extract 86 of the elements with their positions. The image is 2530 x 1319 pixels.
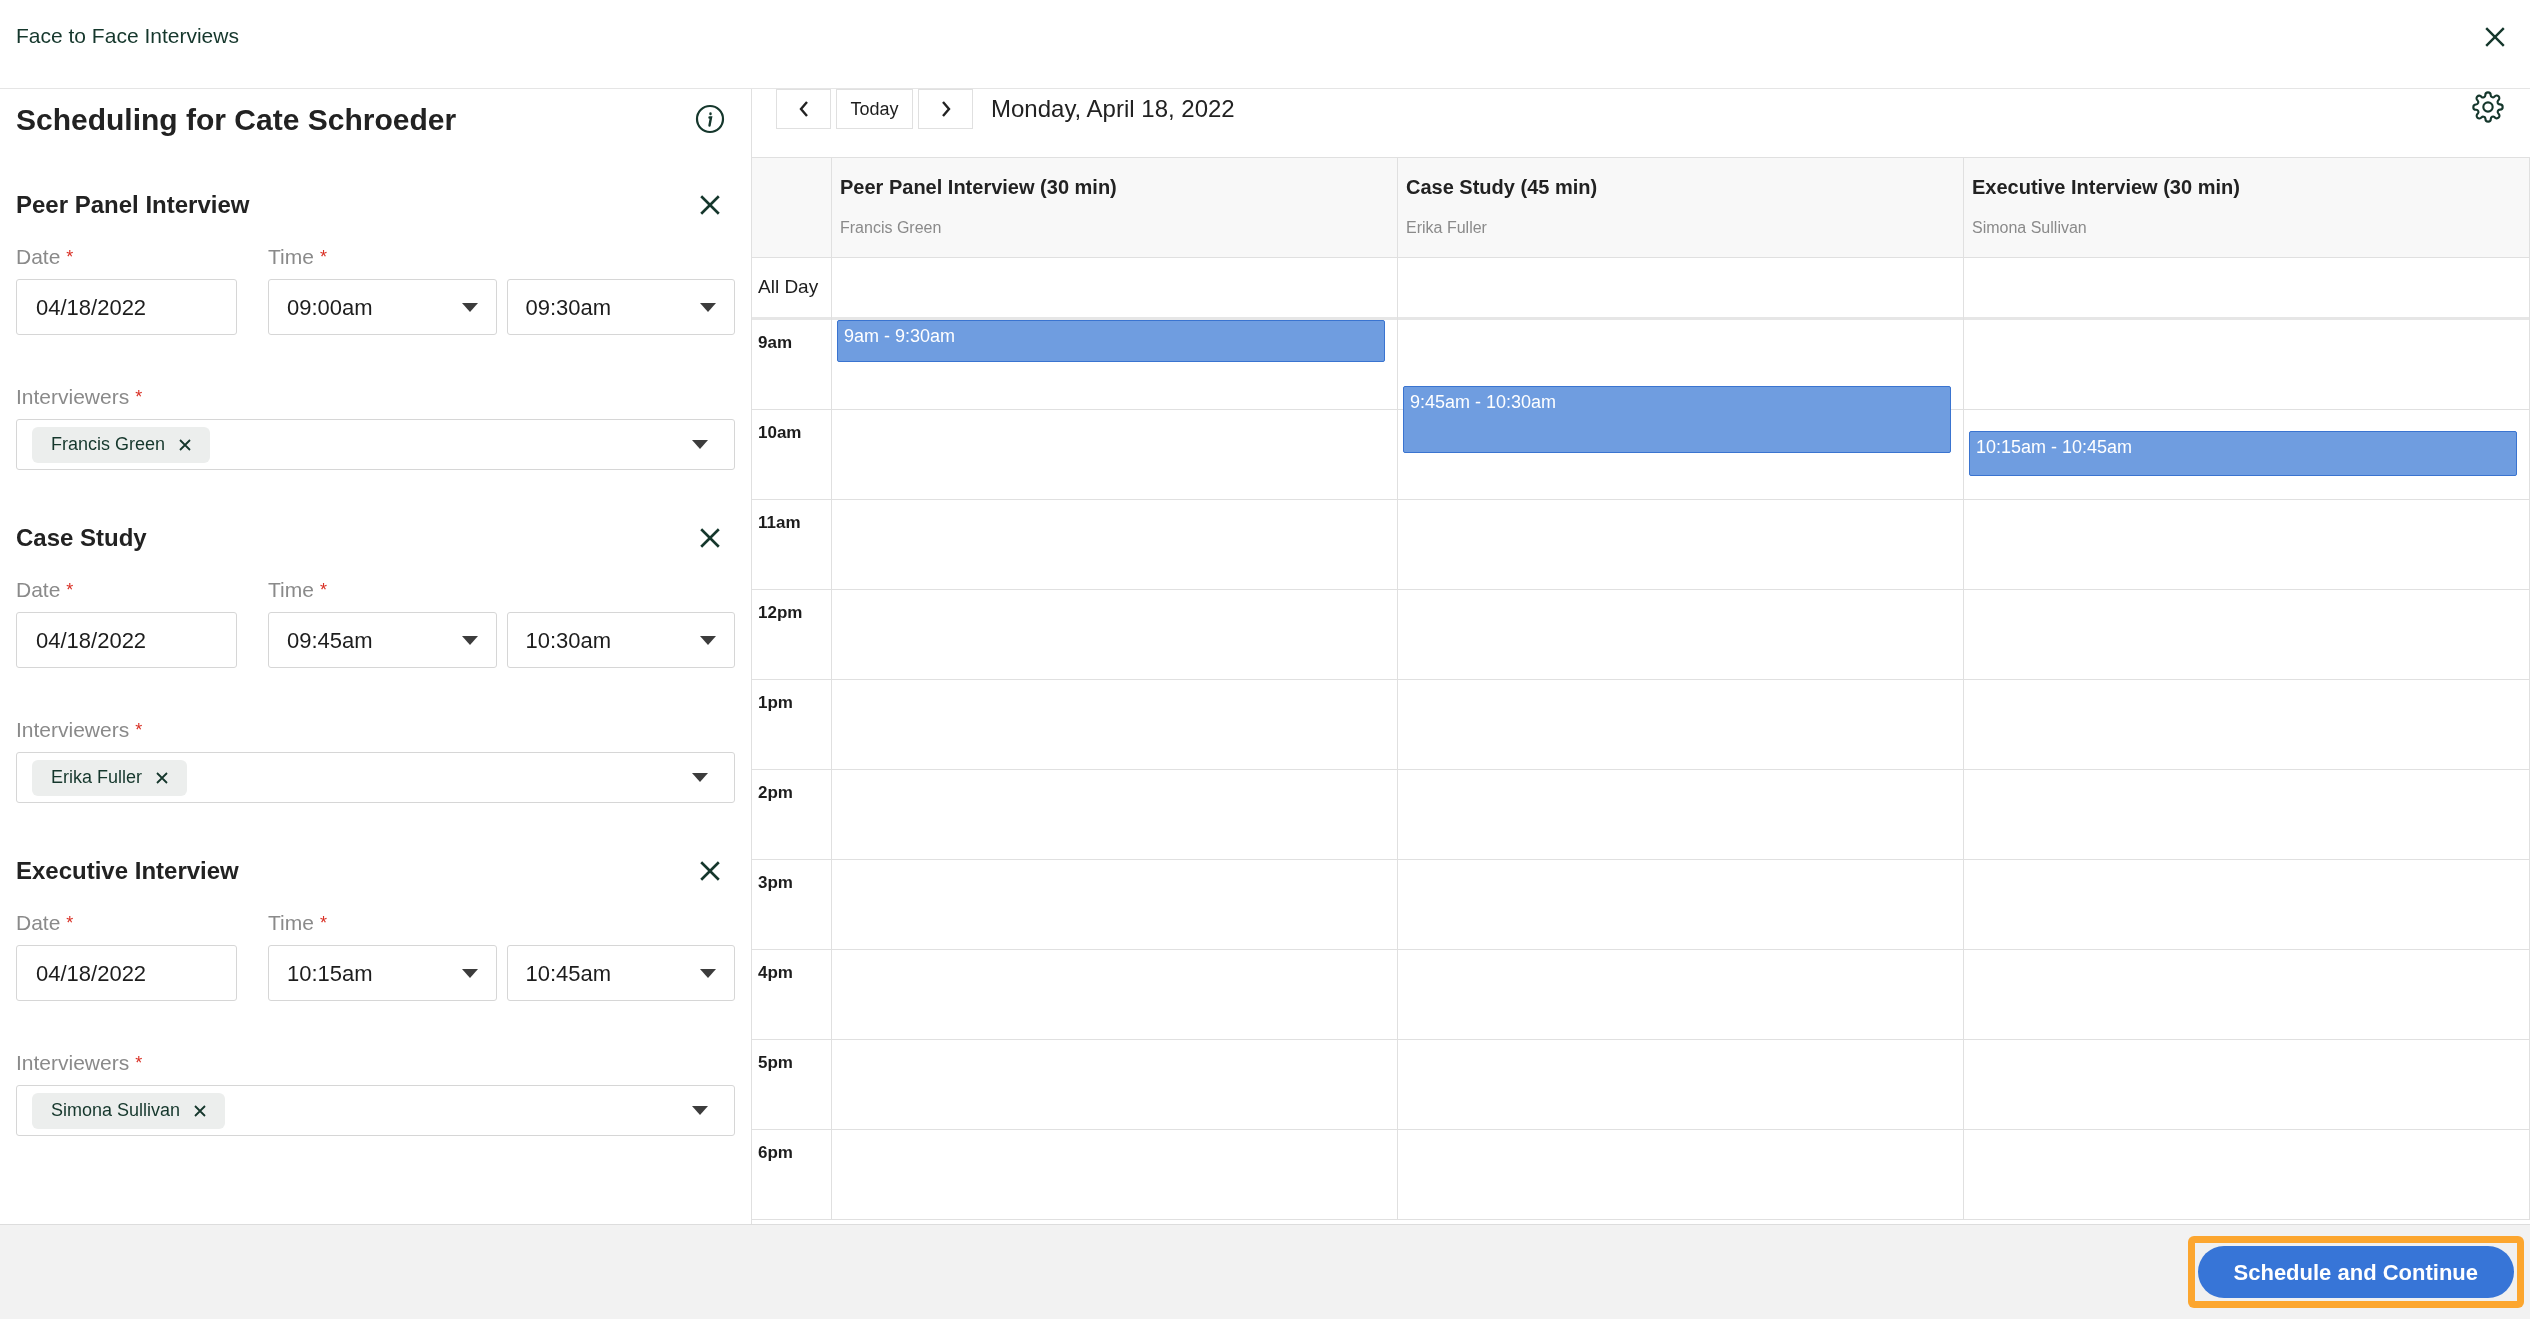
dropdown-value: 10:15am [287,959,373,988]
dropdown-value: 09:30am [525,293,612,322]
end-time-dropdown[interactable]: 10:45am [506,945,735,1001]
dropdown-value: 10:30am [525,626,612,655]
end-time-dropdown[interactable]: 10:30am [506,612,735,668]
field-label: Date [16,244,61,271]
column-interviewer: Erika Fuller [1406,218,1488,238]
window-title: Face to Face Interviews [16,23,239,49]
all-day-label: All Day [758,275,819,300]
scheduling-heading: Scheduling for Cate Schroeder [16,101,457,138]
field-label: Interviewers [16,384,130,411]
interviewers-field[interactable]: Simona Sullivan [16,1085,735,1136]
start-time-dropdown[interactable]: 10:15am [268,945,497,1001]
caret-icon [700,968,716,978]
remove-icon[interactable] [194,1104,207,1117]
section-title: Peer Panel Interview [16,190,250,220]
dropdown-value: 09:00am [287,293,373,322]
hour-label: 9am [758,333,793,352]
close-icon[interactable] [699,527,721,549]
hour-label: 10am [758,423,802,442]
field-label: Time [268,910,314,937]
hour-label: 2pm [758,783,793,802]
required-mark: * [135,385,143,409]
hour-label: 11am [758,513,801,532]
required-mark: * [66,911,74,935]
caret-icon [700,302,716,312]
column-interviewer: Simona Sullivan [1972,218,2088,238]
interviewers-field[interactable]: Erika Fuller [16,752,735,803]
date-field[interactable]: 04/18/2022 [16,945,237,1001]
caret-icon [461,302,478,312]
column-title: Case Study (45 min) [1406,175,1599,200]
caret-icon [700,635,716,645]
remove-icon[interactable] [156,771,169,784]
column-title: Executive Interview (30 min) [1972,175,2241,200]
calendar-date: Monday, April 18, 2022 [991,94,1235,124]
today-button[interactable]: Today [836,89,913,129]
hour-label: 4pm [758,963,793,982]
required-mark: * [66,245,74,269]
chevron-right-icon [940,101,951,117]
date-field[interactable]: 04/18/2022 [16,279,237,335]
dropdown-value: 10:45am [525,959,612,988]
field-label: Interviewers [16,717,130,744]
column-interviewer: Francis Green [840,218,943,238]
dropdown-value: 09:45am [287,626,373,655]
next-button[interactable] [918,89,973,129]
start-time-dropdown[interactable]: 09:45am [268,612,497,668]
field-label: Time [268,577,314,604]
end-time-dropdown[interactable]: 09:30am [506,279,735,335]
required-mark: * [319,578,327,602]
required-mark: * [66,578,74,602]
field-label: Date [16,577,61,604]
info-icon[interactable] [695,104,725,134]
close-icon[interactable] [699,194,721,216]
hour-label: 5pm [758,1053,793,1072]
field-label: Date [16,910,61,937]
interviewers-field[interactable]: Francis Green [16,419,735,470]
schedule-and-continue-button[interactable]: Schedule and Continue [2197,1246,2514,1298]
close-icon[interactable] [699,860,721,882]
column-title: Peer Panel Interview (30 min) [840,175,1118,200]
section-title: Case Study [16,523,147,553]
start-time-dropdown[interactable]: 09:00am [268,279,497,335]
required-mark: * [135,1051,143,1075]
required-mark: * [135,718,143,742]
hour-label: 1pm [758,693,793,712]
field-label: Time [268,244,314,271]
required-mark: * [319,911,327,935]
hour-label: 3pm [758,873,793,892]
hour-label: 12pm [758,603,803,622]
close-icon[interactable] [2484,26,2506,48]
caret-icon [461,635,478,645]
caret-icon [692,773,708,782]
caret-icon [461,968,478,978]
tag-label: Francis Green [51,433,166,456]
settings-icon[interactable] [2472,91,2504,123]
caret-icon [692,440,708,449]
tag-label: Simona Sullivan [51,1099,181,1122]
remove-icon[interactable] [179,438,192,451]
chevron-left-icon [798,101,809,117]
tag-label: Erika Fuller [51,766,143,789]
field-label: Interviewers [16,1050,130,1077]
previous-button[interactable] [776,89,831,129]
section-title: Executive Interview [16,856,239,886]
date-field[interactable]: 04/18/2022 [16,612,237,668]
caret-icon [692,1106,708,1115]
required-mark: * [319,245,327,269]
hour-label: 6pm [758,1143,793,1162]
